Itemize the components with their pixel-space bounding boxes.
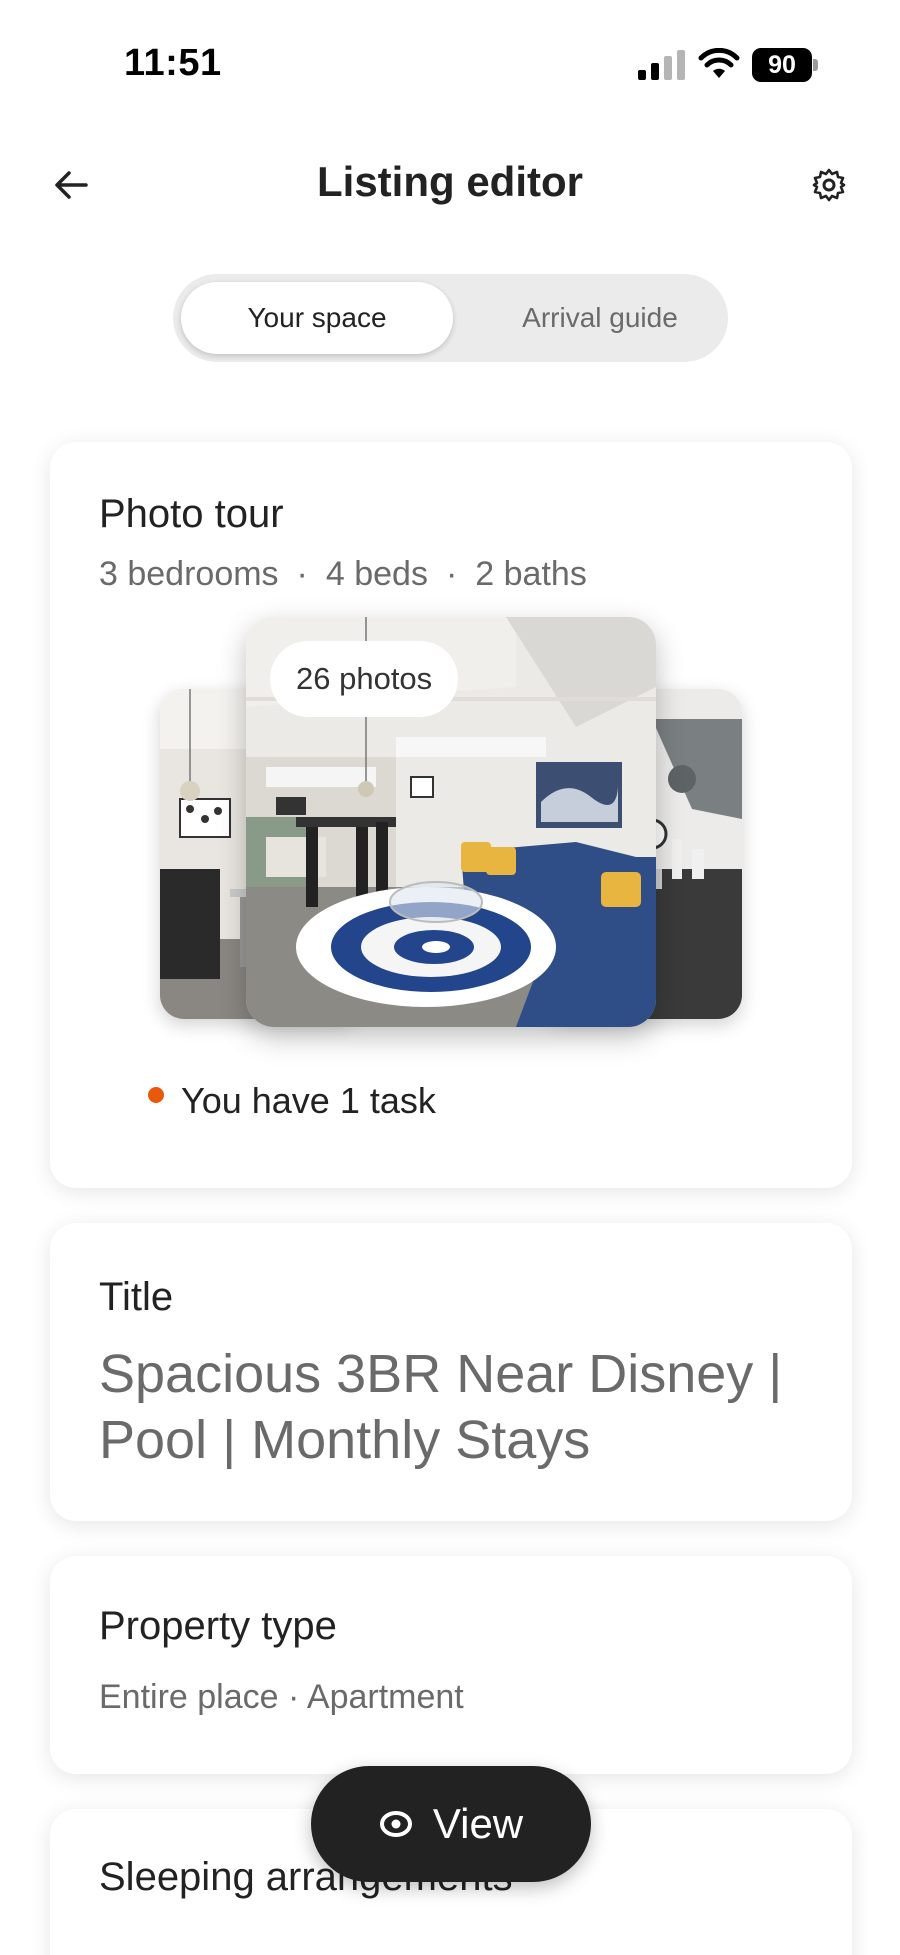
header: Listing editor (0, 140, 900, 230)
property-type-label: Property type (99, 1604, 337, 1648)
battery-icon: 90 (752, 48, 818, 82)
separator-dot: · (296, 555, 308, 593)
title-card[interactable]: Title Spacious 3BR Near Disney | Pool | … (50, 1223, 852, 1521)
battery-level: 90 (752, 48, 812, 82)
eye-icon (379, 1811, 412, 1837)
photo-stack[interactable]: 26 photos (50, 617, 852, 1037)
status-time: 11:51 (124, 42, 222, 84)
tab-arrival-guide[interactable]: Arrival guide (485, 282, 715, 354)
title-value: Spacious 3BR Near Disney | Pool | Monthl… (99, 1344, 783, 1470)
task-indicator: You have 1 task (148, 1080, 436, 1122)
photo-tour-summary: 3 bedrooms · 4 beds · 2 baths (99, 555, 587, 594)
wifi-icon (698, 48, 740, 78)
photo-tour-heading: Photo tour (99, 492, 284, 536)
title-label: Title (99, 1275, 174, 1319)
bedrooms-count: 3 bedrooms (99, 555, 279, 593)
baths-count: 2 baths (475, 555, 587, 593)
property-type-value: Entire place · Apartment (99, 1678, 464, 1716)
signal-icon (638, 50, 685, 80)
photo-count-badge: 26 photos (270, 641, 459, 717)
view-button-label: View (432, 1800, 524, 1847)
view-button[interactable]: View (311, 1766, 591, 1882)
segmented-tabs: Your space Arrival guide (173, 274, 728, 362)
separator-dot: · (445, 555, 458, 593)
listing-editor-screen: 11:51 90 Listing editor Your space Arriv… (0, 0, 900, 1955)
property-type-card[interactable]: Property type Entire place · Apartment (50, 1556, 852, 1774)
tab-your-space[interactable]: Your space (181, 282, 453, 354)
photo-tour-card[interactable]: Photo tour 3 bedrooms · 4 beds · 2 baths (50, 442, 852, 1188)
settings-button[interactable] (804, 160, 854, 210)
task-text: You have 1 task (181, 1080, 436, 1121)
task-dot-icon (148, 1087, 164, 1103)
status-bar: 11:51 90 (0, 0, 900, 120)
page-title: Listing editor (317, 158, 583, 205)
gear-icon (812, 168, 846, 202)
battery-tip (813, 59, 818, 71)
photo-cover: 26 photos (246, 617, 656, 1027)
beds-count: 4 beds (325, 555, 428, 593)
